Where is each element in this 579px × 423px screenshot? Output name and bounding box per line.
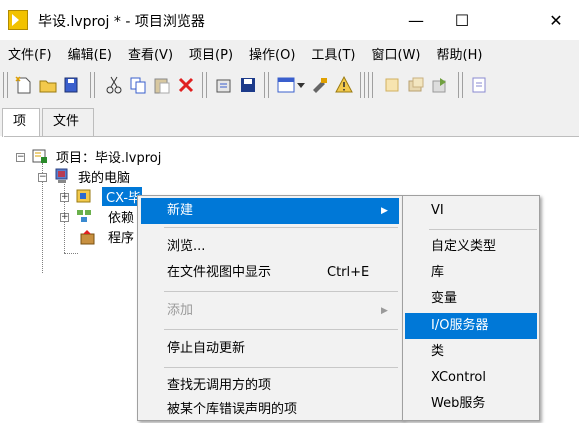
project-label[interactable]: 项目：毕设.lvproj (56, 147, 161, 166)
paste-icon[interactable] (152, 75, 172, 95)
dependencies-icon (77, 210, 91, 222)
menu-separator (164, 227, 398, 228)
submenu-item-class[interactable]: 类 (405, 339, 537, 365)
library-icon (76, 189, 91, 203)
dropdown-arrow-icon[interactable] (296, 75, 306, 95)
toolbar-separator (458, 72, 463, 98)
build-spec-icon (80, 230, 95, 245)
menu-separator (164, 367, 398, 368)
menu-operate[interactable]: 操作(O) (241, 44, 303, 63)
context-item-add[interactable]: 添加 ▶ (141, 298, 399, 324)
menu-window[interactable]: 窗口(W) (364, 44, 429, 63)
menu-separator (429, 229, 537, 230)
menu-separator (164, 291, 398, 292)
context-item-show-in-files-view[interactable]: 在文件视图中显示 Ctrl+E (141, 260, 399, 286)
dependencies-expand-icon[interactable]: + (60, 213, 69, 222)
tab-items[interactable]: 项 (2, 108, 40, 137)
copy-icon[interactable] (128, 75, 148, 95)
submenu-arrow-icon: ▶ (381, 306, 388, 316)
labview-app-icon (8, 10, 28, 30)
dependencies-icon[interactable] (406, 75, 426, 95)
submenu-item-web-service[interactable]: Web服务 (405, 391, 537, 417)
dependencies-label[interactable]: 依赖 (108, 207, 134, 226)
submenu-item-xcontrol[interactable]: XControl (405, 365, 537, 391)
context-item-items-misclaimed-by-library[interactable]: 被某个库错误声明的项 (141, 397, 399, 423)
context-item-find-items-no-callers[interactable]: 查找无调用方的项 (141, 373, 399, 399)
tool-icon[interactable] (310, 75, 330, 95)
context-menu: 新建 ▶ 浏览... 在文件视图中显示 Ctrl+E 添加 ▶ 停止自动更新 查… (137, 195, 403, 421)
new-icon[interactable] (14, 75, 34, 95)
window-title: 毕设.lvproj * - 项目浏览器 (38, 14, 205, 30)
context-item-browse[interactable]: 浏览... (141, 234, 399, 260)
toolbar-separator (360, 72, 365, 98)
view-options-icon[interactable] (276, 75, 296, 95)
menu-help[interactable]: 帮助(H) (429, 44, 491, 63)
project-collapse-icon[interactable]: − (16, 153, 25, 162)
submenu-item-io-server[interactable]: I/O服务器 (405, 313, 537, 339)
computer-icon (55, 168, 68, 183)
files-icon[interactable] (382, 75, 402, 95)
maximize-button[interactable]: ☐ (439, 0, 485, 40)
library-expand-icon[interactable]: + (60, 193, 69, 202)
cut-icon[interactable] (104, 75, 124, 95)
delete-icon[interactable] (176, 75, 196, 95)
minimize-button[interactable]: — (393, 0, 439, 40)
new-submenu: VI 自定义类型 库 变量 I/O服务器 类 XControl Web服务 (402, 195, 540, 421)
submenu-item-vi[interactable]: VI (405, 198, 537, 224)
deploy-icon[interactable] (430, 75, 450, 95)
close-button[interactable]: ✕ (533, 0, 579, 40)
menu-view[interactable]: 查看(V) (120, 44, 181, 63)
menu-edit[interactable]: 编辑(E) (60, 44, 120, 63)
toolbar-separator (264, 72, 269, 98)
shortcut-label: Ctrl+E (327, 265, 370, 280)
submenu-item-library[interactable]: 库 (405, 260, 537, 286)
menu-bar: 文件(F) 编辑(E) 查看(V) 项目(P) 操作(O) 工具(T) 窗口(W… (0, 40, 579, 66)
computer-label[interactable]: 我的电脑 (78, 167, 130, 186)
toolbar-separator (90, 72, 95, 98)
build-spec-label[interactable]: 程序 (108, 227, 134, 246)
toolbar-grip (3, 72, 8, 98)
toolbar-separator (202, 72, 207, 98)
tab-files[interactable]: 文件 (42, 108, 94, 136)
tab-bar: 项 文件 (0, 104, 579, 137)
warning-icon[interactable] (334, 75, 354, 95)
title-bar: 毕设.lvproj * - 项目浏览器 — ☐ ✕ (0, 0, 579, 40)
save-all-icon[interactable] (62, 75, 82, 95)
submenu-item-custom-type[interactable]: 自定义类型 (405, 234, 537, 260)
context-item-new[interactable]: 新建 ▶ (141, 198, 399, 224)
menu-project[interactable]: 项目(P) (181, 44, 241, 63)
submenu-item-variable[interactable]: 变量 (405, 286, 537, 312)
computer-collapse-icon[interactable]: − (38, 173, 47, 182)
tree-connector (64, 253, 78, 254)
save-icon[interactable] (238, 75, 258, 95)
build-icon[interactable] (214, 75, 234, 95)
open-icon[interactable] (38, 75, 58, 95)
menu-separator (164, 329, 398, 330)
context-item-stop-auto-update[interactable]: 停止自动更新 (141, 336, 399, 362)
menu-tools[interactable]: 工具(T) (303, 44, 363, 63)
menu-file[interactable]: 文件(F) (0, 44, 60, 63)
submenu-arrow-icon: ▶ (381, 206, 388, 216)
toolbar (0, 66, 579, 105)
toolbar-separator (368, 72, 373, 98)
more-icon[interactable] (470, 75, 490, 95)
project-icon (32, 149, 47, 163)
